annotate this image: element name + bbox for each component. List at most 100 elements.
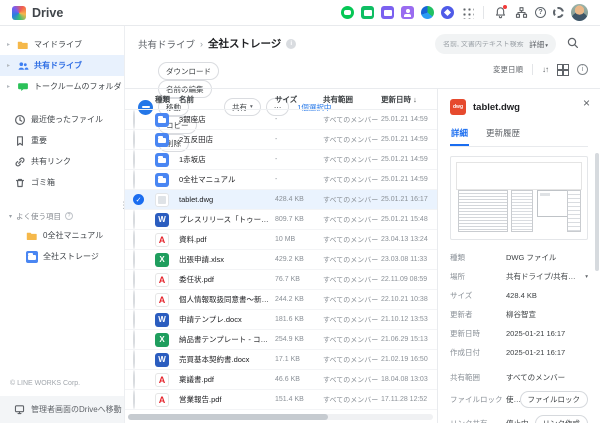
row-select-radio[interactable]	[133, 230, 135, 249]
row-select-radio[interactable]	[133, 330, 135, 349]
profile-avatar[interactable]	[571, 4, 588, 21]
file-name[interactable]: 営業報告.pdf	[179, 394, 275, 405]
sort-direction-icon[interactable]	[542, 65, 548, 74]
create-link-button[interactable]: リンク作成	[535, 415, 589, 423]
sidebar-item-storage-folder[interactable]: 全社ストレージ	[0, 246, 124, 267]
drive-logo[interactable]: Drive	[12, 6, 63, 20]
file-lock-button[interactable]: ファイルロック	[520, 391, 589, 408]
search-box[interactable]: 詳細	[435, 34, 556, 54]
sidebar-item-talkroom-folder[interactable]: トークルームのフォルダ	[0, 76, 124, 97]
table-row[interactable]: 3銀座店 - すべてのメンバー 25.01.21 14:59	[125, 110, 437, 130]
file-name[interactable]: 売買基本契約書.docx	[179, 354, 275, 365]
mail-icon[interactable]	[361, 6, 374, 19]
sidebar-item-trash[interactable]: ゴミ箱	[0, 172, 124, 193]
search-detail-dropdown[interactable]: 詳細	[529, 39, 548, 50]
file-name[interactable]: 1赤坂店	[179, 154, 275, 165]
location-dropdown-caret[interactable]: ▾	[585, 274, 588, 280]
column-type[interactable]: 種類	[155, 94, 179, 105]
app-launcher-icon[interactable]	[461, 6, 474, 19]
row-select-radio[interactable]	[133, 390, 135, 409]
file-name[interactable]: 個人情報取扱同意書～新入社員.pdf	[179, 294, 275, 305]
table-row[interactable]: 委任状.pdf 76.7 KB すべてのメンバー 22.11.09 08:59	[125, 270, 437, 290]
breadcrumb-parent[interactable]: 共有ドライブ	[138, 37, 195, 51]
sort-order-dropdown[interactable]: 変更日順	[493, 64, 523, 75]
help-icon[interactable]	[535, 7, 546, 18]
sidebar-item-my-drive[interactable]: マイドライブ	[0, 34, 124, 55]
talk-icon[interactable]	[341, 6, 354, 19]
detail-panel-toggle-icon[interactable]	[577, 64, 588, 75]
vertical-scrollbar-thumb[interactable]	[595, 153, 599, 271]
file-name[interactable]: tablet.dwg	[179, 195, 275, 204]
organization-icon[interactable]	[514, 6, 528, 20]
horizontal-scrollbar-thumb[interactable]	[128, 414, 328, 420]
row-select-radio[interactable]	[133, 150, 135, 169]
close-icon[interactable]	[583, 97, 590, 109]
file-name[interactable]: 3銀座店	[179, 114, 275, 125]
sidebar-item-shared-drive[interactable]: 共有ドライブ	[0, 55, 124, 76]
expand-caret-icon[interactable]	[7, 62, 12, 69]
file-name[interactable]: 0全社マニュアル	[179, 174, 275, 185]
row-select-radio[interactable]	[133, 194, 144, 205]
table-row[interactable]: 納品書テンプレート - コピー.xlsx 254.9 KB すべてのメンバー 2…	[125, 330, 437, 350]
grid-view-icon[interactable]	[557, 64, 568, 75]
table-row[interactable]: 個人情報取扱同意書～新入社員.pdf 244.2 KB すべてのメンバー 22.…	[125, 290, 437, 310]
file-name[interactable]: 稟議書.pdf	[179, 374, 275, 385]
file-name[interactable]: 出張申請.xlsx	[179, 254, 275, 265]
row-select-radio[interactable]	[133, 370, 135, 389]
row-select-radio[interactable]	[133, 110, 135, 129]
file-name[interactable]: 資料.pdf	[179, 234, 275, 245]
calendar-icon[interactable]	[381, 6, 394, 19]
board-icon[interactable]	[441, 6, 454, 19]
table-row[interactable]: 0全社マニュアル - すべてのメンバー 25.01.21 14:59	[125, 170, 437, 190]
row-select-radio[interactable]	[133, 290, 135, 309]
file-name[interactable]: 2五反田店	[179, 134, 275, 145]
panel-tab[interactable]: 更新履歴	[485, 123, 521, 146]
settings-gear-icon[interactable]	[553, 7, 564, 18]
row-select-radio[interactable]	[133, 250, 135, 269]
file-name[interactable]: 委任状.pdf	[179, 274, 275, 285]
expand-caret-icon[interactable]	[7, 83, 12, 90]
folder-info-icon[interactable]	[286, 39, 296, 49]
row-select-radio[interactable]	[133, 130, 135, 149]
file-preview[interactable]	[450, 156, 588, 240]
table-row[interactable]: 申請テンプレ.docx 181.6 KB すべてのメンバー 21.10.12 1…	[125, 310, 437, 330]
table-row[interactable]: 営業報告.pdf 151.4 KB すべてのメンバー 17.11.28 12:5…	[125, 390, 437, 410]
table-row[interactable]: 売買基本契約書.docx 17.1 KB すべてのメンバー 21.02.19 1…	[125, 350, 437, 370]
table-row[interactable]: プレスリリース「トゥールビヨン… 809.7 KB すべてのメンバー 25.01…	[125, 210, 437, 230]
column-name[interactable]: 名前	[179, 94, 275, 105]
column-share-scope[interactable]: 共有範囲	[323, 94, 381, 105]
horizontal-scrollbar[interactable]	[128, 414, 433, 420]
drive-apps-icon[interactable]	[421, 6, 434, 19]
search-icon[interactable]	[566, 36, 582, 52]
favorites-help-icon[interactable]	[65, 212, 73, 220]
file-name[interactable]: 申請テンプレ.docx	[179, 314, 275, 325]
row-select-radio[interactable]	[133, 270, 135, 289]
column-updated[interactable]: 更新日時 ↓	[381, 94, 437, 105]
admin-drive-link[interactable]: 管理者画面のDriveへ移動	[0, 396, 124, 423]
sidebar-item-recent-files[interactable]: 最近使ったファイル	[0, 109, 124, 130]
search-input[interactable]	[443, 41, 525, 48]
collapse-caret-icon[interactable]	[9, 213, 12, 220]
expand-caret-icon[interactable]	[7, 41, 12, 48]
column-size[interactable]: サイズ	[275, 94, 323, 105]
row-select-radio[interactable]	[133, 350, 135, 369]
table-row[interactable]: 出張申請.xlsx 429.2 KB すべてのメンバー 23.03.08 11:…	[125, 250, 437, 270]
row-select-radio[interactable]	[133, 210, 135, 229]
sidebar-item-important[interactable]: 重要	[0, 130, 124, 151]
table-row[interactable]: 稟議書.pdf 46.6 KB すべてのメンバー 18.04.08 13:03	[125, 370, 437, 390]
sidebar-item-manual-folder[interactable]: 0全社マニュアル	[0, 225, 124, 246]
table-row[interactable]: 資料.pdf 10 MB すべてのメンバー 23.04.13 13:24	[125, 230, 437, 250]
row-select-radio[interactable]	[133, 310, 135, 329]
notification-bell-icon[interactable]	[493, 6, 507, 20]
table-row[interactable]: 1赤坂店 - すべてのメンバー 25.01.21 14:59	[125, 150, 437, 170]
panel-tab[interactable]: 詳細	[450, 123, 469, 146]
table-row[interactable]: tablet.dwg 428.4 KB すべてのメンバー 25.01.21 16…	[125, 190, 437, 210]
file-name[interactable]: プレスリリース「トゥールビヨン…	[179, 214, 275, 225]
favorites-section-header[interactable]: よく使う項目	[0, 207, 124, 225]
row-select-radio[interactable]	[133, 170, 135, 189]
contacts-icon[interactable]	[401, 6, 414, 19]
sidebar-item-shared-links[interactable]: 共有リンク	[0, 151, 124, 172]
toolbar-button[interactable]: ダウンロード	[158, 62, 219, 80]
table-row[interactable]: 2五反田店 - すべてのメンバー 25.01.21 14:59	[125, 130, 437, 150]
file-name[interactable]: 納品書テンプレート - コピー.xlsx	[179, 334, 275, 345]
